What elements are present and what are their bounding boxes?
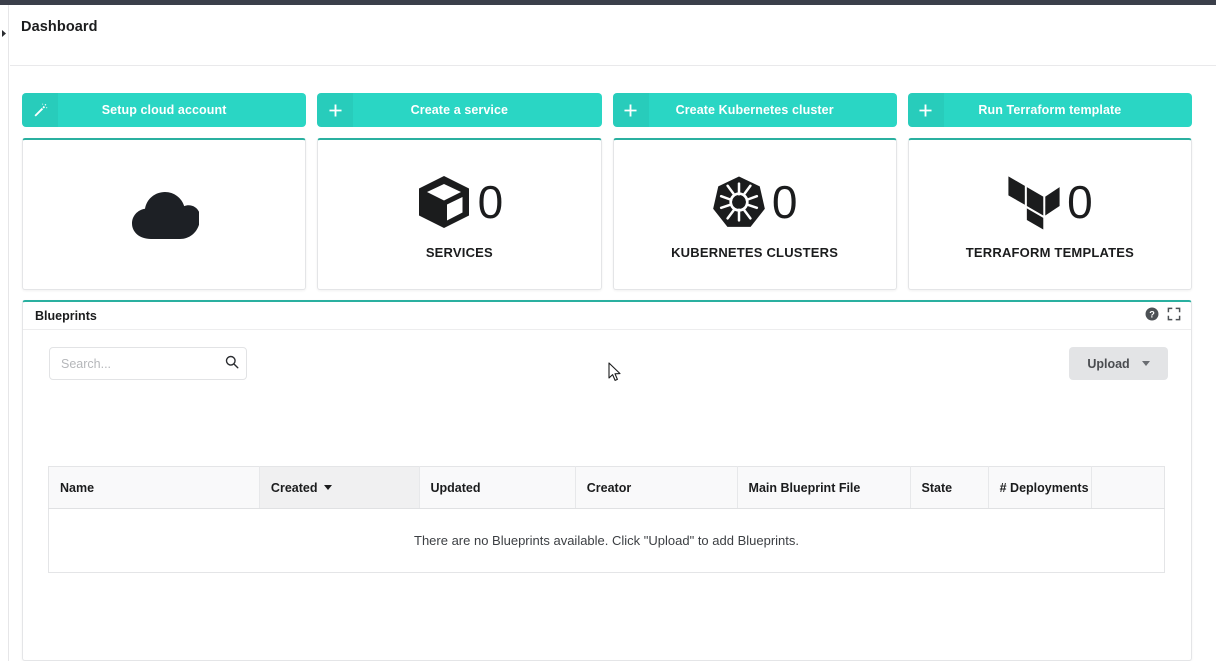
blueprints-panel-header: Blueprints ? (23, 302, 1191, 330)
stat-card-cloud[interactable] (22, 138, 307, 290)
create-kubernetes-cluster-button[interactable]: Create Kubernetes cluster (612, 93, 897, 127)
sort-desc-icon (324, 484, 333, 490)
search-icon[interactable] (225, 355, 239, 369)
column-header-actions (1091, 466, 1165, 509)
upload-button-label: Upload (1087, 356, 1130, 371)
stat-card-services[interactable]: 0 SERVICES (317, 138, 602, 290)
stat-card-terraform-templates[interactable]: 0 TERRAFORM TEMPLATES (907, 138, 1192, 290)
blueprints-table-body: There are no Blueprints available. Click… (48, 508, 1165, 573)
search-input[interactable] (49, 347, 247, 380)
stat-card-kubernetes-clusters[interactable]: 0 KUBERNETES CLUSTERS (612, 138, 897, 290)
left-sidebar-rail (0, 5, 9, 661)
plus-icon (612, 93, 649, 127)
upload-button[interactable]: Upload (1069, 347, 1168, 380)
blueprints-panel-tools: ? (1145, 307, 1181, 321)
column-header-updated-label: Updated (430, 480, 481, 495)
page-title: Dashboard (21, 19, 98, 35)
column-header-deployments[interactable]: # Deployments (988, 466, 1093, 509)
services-count: 0 (477, 175, 504, 228)
kubernetes-clusters-count: 0 (771, 175, 798, 228)
create-service-label: Create a service (410, 103, 509, 117)
cloud-icon (129, 189, 200, 241)
column-header-created-label: Created (270, 480, 318, 495)
column-header-main-blueprint-file-label: Main Blueprint File (748, 480, 861, 495)
create-kubernetes-cluster-label: Create Kubernetes cluster (675, 103, 834, 117)
terraform-templates-count: 0 (1067, 175, 1093, 228)
create-service-button[interactable]: Create a service (317, 93, 602, 127)
blueprints-panel: Blueprints ? Search... Upload Name Creat… (22, 300, 1192, 661)
run-terraform-template-button[interactable]: Run Terraform template (907, 93, 1192, 127)
cube-icon (416, 174, 472, 230)
column-header-updated[interactable]: Updated (419, 466, 576, 509)
expand-icon[interactable] (1167, 307, 1181, 321)
column-header-state-label: State (921, 480, 953, 495)
quick-action-buttons: Setup cloud account Create a service Cre… (22, 93, 1192, 127)
kubernetes-clusters-label: KUBERNETES CLUSTERS (671, 244, 839, 260)
chevron-right-icon (1, 29, 8, 38)
plus-icon (907, 93, 944, 127)
column-header-name[interactable]: Name (48, 466, 260, 509)
run-terraform-template-label: Run Terraform template (978, 103, 1122, 117)
help-icon[interactable]: ? (1145, 307, 1159, 321)
terraform-templates-label: TERRAFORM TEMPLATES (965, 244, 1134, 260)
setup-cloud-account-button[interactable]: Setup cloud account (22, 93, 307, 127)
terraform-icon (1007, 174, 1061, 230)
chevron-down-icon (1141, 361, 1150, 366)
column-header-main-blueprint-file[interactable]: Main Blueprint File (737, 466, 911, 509)
blueprints-table-header-row: Name Created Updated Creator Main Bluepr (48, 466, 1165, 509)
empty-state-message: There are no Blueprints available. Click… (48, 508, 1165, 573)
blueprints-search (49, 347, 247, 380)
sidebar-expand-toggle[interactable] (0, 24, 9, 42)
blueprints-table-wrap: Name Created Updated Creator Main Bluepr (48, 466, 1165, 573)
main-content: Setup cloud account Create a service Cre… (10, 66, 1216, 661)
services-label: SERVICES (425, 244, 493, 260)
blueprints-panel-title: Blueprints (35, 308, 97, 323)
kubernetes-icon (712, 175, 766, 229)
magic-wand-icon (22, 93, 58, 127)
column-header-creator-label: Creator (586, 480, 632, 495)
blueprints-table: Name Created Updated Creator Main Bluepr (48, 466, 1165, 573)
page-header: Dashboard (10, 5, 1216, 66)
column-header-created[interactable]: Created (259, 466, 420, 509)
plus-icon (317, 93, 354, 127)
svg-text:?: ? (1149, 309, 1155, 319)
stat-cards-row: 0 SERVICES 0 KUBERNETES CLUSTERS 0 TERRA… (22, 138, 1192, 290)
blueprints-toolbar: Upload (23, 330, 1191, 394)
column-header-creator[interactable]: Creator (575, 466, 738, 509)
column-header-name-label: Name (60, 480, 95, 495)
table-empty-row: There are no Blueprints available. Click… (48, 508, 1165, 573)
setup-cloud-account-label: Setup cloud account (101, 103, 227, 117)
column-header-state[interactable]: State (910, 466, 989, 509)
column-header-deployments-label: # Deployments (999, 480, 1089, 495)
